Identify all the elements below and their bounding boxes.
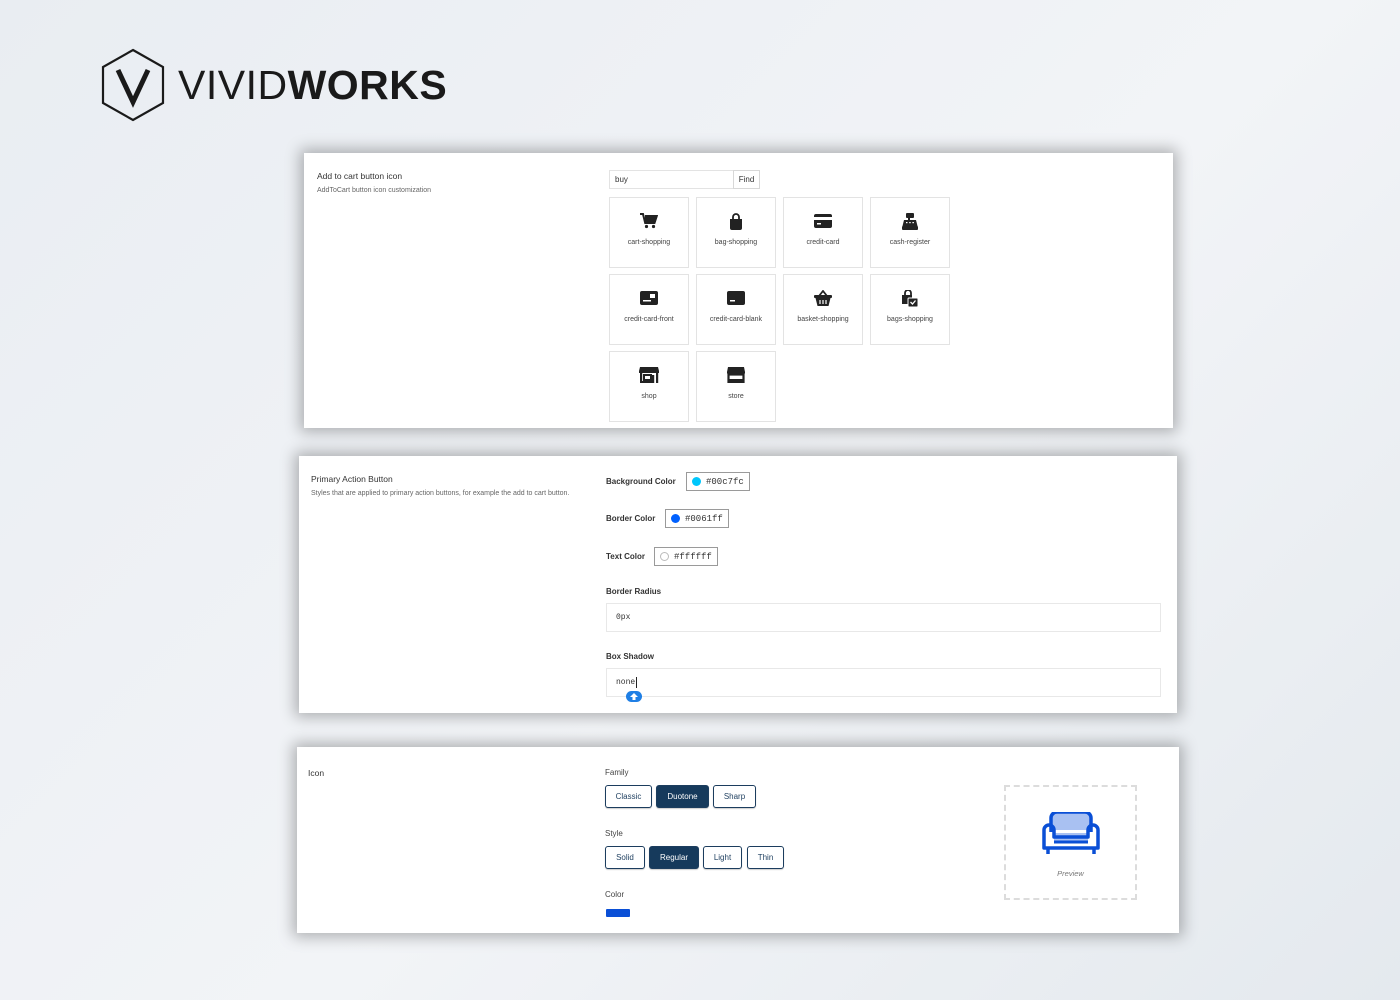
section-description: AddToCart button icon customization	[317, 187, 432, 194]
style-option-regular[interactable]: Regular	[649, 846, 699, 869]
family-option-classic[interactable]: Classic	[605, 785, 652, 808]
background-color-picker[interactable]: #00c7fc	[686, 472, 750, 491]
logo-text-bold: WORKS	[287, 61, 448, 108]
icon-settings-panel: Icon Family Classic Duotone Sharp Style …	[297, 747, 1179, 933]
find-button[interactable]: Find	[733, 170, 760, 189]
border-color-label: Border Color	[606, 514, 656, 523]
box-shadow-label: Box Shadow	[606, 652, 655, 661]
icon-tile-basket-shopping[interactable]: basket-shopping	[783, 274, 863, 345]
border-color-picker[interactable]: #0061ff	[665, 509, 729, 528]
credit-card-front-icon	[639, 288, 659, 308]
cart-icon	[639, 211, 659, 231]
preview-label: Preview	[1057, 869, 1084, 878]
text-color-label: Text Color	[606, 552, 645, 561]
color-swatch	[660, 552, 669, 561]
background-color-label: Background Color	[606, 477, 676, 486]
icon-tile-label: bags-shopping	[887, 316, 933, 323]
shop-icon	[639, 365, 659, 385]
icon-tile-label: credit-card-blank	[709, 316, 763, 323]
style-option-light[interactable]: Light	[703, 846, 742, 869]
icon-search-input[interactable]	[609, 170, 733, 189]
text-color-value: #ffffff	[674, 551, 712, 562]
store-icon	[726, 365, 746, 385]
section-title: Icon	[308, 768, 325, 778]
logo-text-light: VIVID	[178, 61, 288, 108]
credit-card-icon	[813, 211, 833, 231]
basket-icon	[813, 288, 833, 308]
primary-button-panel: Primary Action Button Styles that are ap…	[299, 456, 1177, 713]
icon-tile-credit-card-front[interactable]: credit-card-front	[609, 274, 689, 345]
logo-hexagon-icon	[101, 48, 165, 122]
credit-card-blank-icon	[726, 288, 746, 308]
cart-icon-panel: Add to cart button icon AddToCart button…	[304, 153, 1173, 428]
section-description: Styles that are applied to primary actio…	[311, 490, 570, 497]
icon-tile-bag-shopping[interactable]: bag-shopping	[696, 197, 776, 268]
border-radius-input[interactable]: 0px	[606, 603, 1161, 632]
icon-tile-credit-card[interactable]: credit-card	[783, 197, 863, 268]
section-title: Add to cart button icon	[317, 171, 403, 181]
icon-tile-label: store	[728, 393, 744, 400]
style-option-thin[interactable]: Thin	[747, 846, 784, 869]
icon-tile-store[interactable]: store	[696, 351, 776, 422]
icon-tile-label: credit-card	[806, 239, 840, 246]
icon-tile-cash-register[interactable]: cash-register	[870, 197, 950, 268]
couch-icon	[1041, 810, 1101, 861]
bag-icon	[726, 211, 746, 231]
icon-tile-label: bag-shopping	[714, 239, 758, 246]
color-label: Color	[605, 890, 625, 899]
style-label: Style	[605, 829, 623, 838]
cash-register-icon	[900, 211, 920, 231]
background-color-value: #00c7fc	[706, 476, 744, 487]
border-color-value: #0061ff	[685, 513, 723, 524]
section-title: Primary Action Button	[311, 474, 393, 484]
vividworks-logo: VIVIDWORKS	[100, 48, 447, 122]
color-swatch	[692, 477, 701, 486]
icon-search: Find	[609, 170, 760, 189]
icon-tile-bags-shopping[interactable]: bags-shopping	[870, 274, 950, 345]
icon-tile-label: credit-card-front	[624, 316, 674, 323]
text-color-picker[interactable]: #ffffff	[654, 547, 718, 566]
icon-tile-shop[interactable]: shop	[609, 351, 689, 422]
bags-icon	[900, 288, 920, 308]
border-radius-label: Border Radius	[606, 587, 662, 596]
icon-tile-label: cash-register	[889, 239, 931, 246]
icon-tile-cart-shopping[interactable]: cart-shopping	[609, 197, 689, 268]
icon-color-swatch[interactable]	[606, 909, 630, 917]
pointer-badge-icon	[626, 691, 642, 702]
color-swatch	[671, 514, 680, 523]
box-shadow-value: none	[616, 678, 636, 687]
icon-tile-label: basket-shopping	[797, 316, 849, 323]
icon-preview-box: Preview	[1004, 785, 1137, 900]
icon-tile-label: shop	[641, 393, 657, 400]
icon-tile-label: cart-shopping	[627, 239, 671, 246]
icon-tile-credit-card-blank[interactable]: credit-card-blank	[696, 274, 776, 345]
family-option-sharp[interactable]: Sharp	[713, 785, 756, 808]
family-label: Family	[605, 768, 629, 777]
family-option-duotone[interactable]: Duotone	[656, 785, 709, 808]
box-shadow-input[interactable]: none	[606, 668, 1161, 697]
text-cursor	[636, 677, 638, 688]
style-option-solid[interactable]: Solid	[605, 846, 645, 869]
